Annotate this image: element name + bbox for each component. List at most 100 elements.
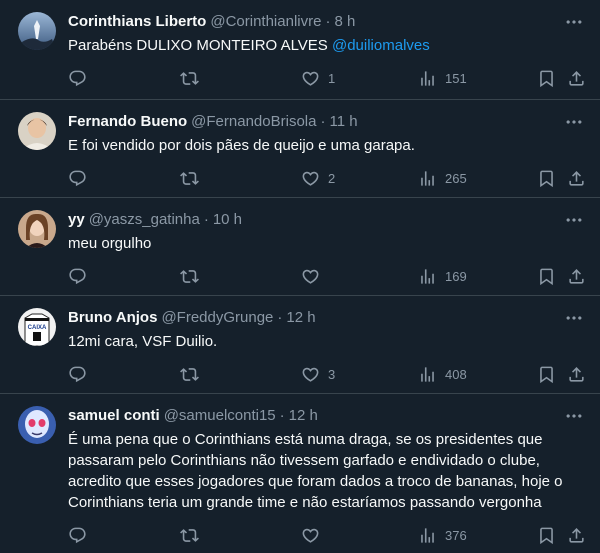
- like-button[interactable]: [301, 526, 328, 545]
- tweet[interactable]: Fernando Bueno @FernandoBrisola · 11 h E…: [0, 100, 600, 198]
- tweet-header: Fernando Bueno @FernandoBrisola · 11 h: [68, 112, 584, 132]
- views-icon: [418, 169, 437, 188]
- views-icon: [418, 267, 437, 286]
- tweet-text: meu orgulho: [68, 235, 152, 252]
- avatar[interactable]: [18, 210, 56, 248]
- timestamp[interactable]: 12 h: [289, 406, 318, 426]
- username[interactable]: @Corinthianlivre: [210, 12, 321, 32]
- like-count: 3: [328, 367, 336, 382]
- separator-dot: ·: [203, 211, 209, 228]
- retweet-button[interactable]: [180, 69, 207, 88]
- tweet[interactable]: Corinthians Liberto @Corinthianlivre · 8…: [0, 0, 600, 100]
- more-icon[interactable]: [564, 308, 584, 328]
- view-count: 376: [445, 528, 467, 543]
- reply-icon: [68, 267, 87, 286]
- action-bar: 1 151: [68, 62, 584, 96]
- username[interactable]: @FreddyGrunge: [161, 308, 273, 328]
- separator-dot: ·: [320, 113, 326, 130]
- tweet-text-line: É uma pena que o Corinthians está numa d…: [68, 431, 543, 448]
- bookmark-icon: [537, 267, 556, 286]
- timestamp[interactable]: 10 h: [213, 210, 242, 230]
- share-button[interactable]: [567, 169, 586, 188]
- tweet-header: samuel conti @samuelconti15 · 12 h: [68, 406, 584, 426]
- retweet-icon: [180, 267, 199, 286]
- like-button[interactable]: 1: [301, 69, 335, 88]
- display-name[interactable]: Fernando Bueno: [68, 112, 187, 132]
- action-bar: 3 408: [68, 358, 584, 392]
- tweet-text: Parabéns DULIXO MONTEIRO ALVES @duilioma…: [68, 35, 584, 56]
- display-name[interactable]: Bruno Anjos: [68, 308, 157, 328]
- more-icon[interactable]: [564, 112, 584, 132]
- username[interactable]: @FernandoBrisola: [191, 112, 316, 132]
- timestamp[interactable]: 11 h: [329, 112, 357, 132]
- display-name[interactable]: yy: [68, 210, 85, 230]
- action-bar: 2 265: [68, 162, 584, 196]
- tweet[interactable]: CAIXA Bruno Anjos @FreddyGrunge · 12 h 1…: [0, 296, 600, 394]
- like-button[interactable]: 2: [301, 169, 335, 188]
- reply-button[interactable]: [68, 526, 95, 545]
- share-button[interactable]: [567, 365, 586, 384]
- share-button[interactable]: [567, 267, 586, 286]
- views-button[interactable]: 151: [418, 69, 467, 88]
- views-icon: [418, 526, 437, 545]
- like-button[interactable]: 3: [301, 365, 335, 384]
- tweet-text: É uma pena que o Corinthians está numa d…: [68, 429, 584, 513]
- tweet-header: Corinthians Liberto @Corinthianlivre · 8…: [68, 12, 584, 32]
- tweet-header: Bruno Anjos @FreddyGrunge · 12 h: [68, 308, 584, 328]
- views-button[interactable]: 169: [418, 267, 467, 286]
- share-icon: [567, 169, 586, 188]
- avatar[interactable]: CAIXA: [18, 308, 56, 346]
- views-button[interactable]: 265: [418, 169, 467, 188]
- share-icon: [567, 267, 586, 286]
- bookmark-icon: [537, 169, 556, 188]
- like-count: 2: [328, 171, 336, 186]
- more-icon[interactable]: [564, 406, 584, 426]
- bookmark-button[interactable]: [537, 267, 556, 286]
- username[interactable]: @samuelconti15: [164, 406, 276, 426]
- retweet-button[interactable]: [180, 526, 207, 545]
- timestamp[interactable]: 12 h: [286, 308, 315, 328]
- mention-link[interactable]: @duiliomalves: [332, 37, 430, 54]
- avatar[interactable]: [18, 406, 56, 444]
- username[interactable]: @yaszs_gatinha: [89, 210, 200, 230]
- tweet[interactable]: yy @yaszs_gatinha · 10 h meu orgulho 169: [0, 198, 600, 296]
- tweet[interactable]: samuel conti @samuelconti15 · 12 h É uma…: [0, 394, 600, 548]
- like-icon: [301, 267, 320, 286]
- views-button[interactable]: 376: [418, 526, 467, 545]
- tweet-text-line: acredito que esses jogadores que foram d…: [68, 473, 563, 490]
- reply-icon: [68, 365, 87, 384]
- display-name[interactable]: samuel conti: [68, 406, 160, 426]
- avatar[interactable]: [18, 12, 56, 50]
- retweet-button[interactable]: [180, 169, 207, 188]
- bookmark-button[interactable]: [537, 169, 556, 188]
- avatar-sponsor-text: CAIXA: [28, 325, 47, 331]
- more-icon[interactable]: [564, 12, 584, 32]
- separator-dot: ·: [277, 309, 283, 326]
- display-name[interactable]: Corinthians Liberto: [68, 12, 206, 32]
- like-button[interactable]: [301, 267, 328, 286]
- tweet-text-body: Parabéns DULIXO MONTEIRO ALVES: [68, 37, 332, 54]
- view-count: 151: [445, 71, 467, 86]
- retweet-button[interactable]: [180, 365, 207, 384]
- view-count: 265: [445, 171, 467, 186]
- retweet-button[interactable]: [180, 267, 207, 286]
- more-icon[interactable]: [564, 210, 584, 230]
- like-icon: [301, 526, 320, 545]
- share-button[interactable]: [567, 526, 586, 545]
- share-icon: [567, 69, 586, 88]
- tweet-text-line: Corinthians teria um grande time e não e…: [68, 494, 542, 511]
- bookmark-button[interactable]: [537, 526, 556, 545]
- view-count: 408: [445, 367, 467, 382]
- reply-button[interactable]: [68, 169, 95, 188]
- avatar[interactable]: [18, 112, 56, 150]
- reply-button[interactable]: [68, 267, 95, 286]
- reply-button[interactable]: [68, 69, 95, 88]
- views-button[interactable]: 408: [418, 365, 467, 384]
- reply-icon: [68, 526, 87, 545]
- share-button[interactable]: [567, 69, 586, 88]
- reply-button[interactable]: [68, 365, 95, 384]
- bookmark-button[interactable]: [537, 365, 556, 384]
- timestamp[interactable]: 8 h: [334, 12, 355, 32]
- like-icon: [301, 365, 320, 384]
- bookmark-button[interactable]: [537, 69, 556, 88]
